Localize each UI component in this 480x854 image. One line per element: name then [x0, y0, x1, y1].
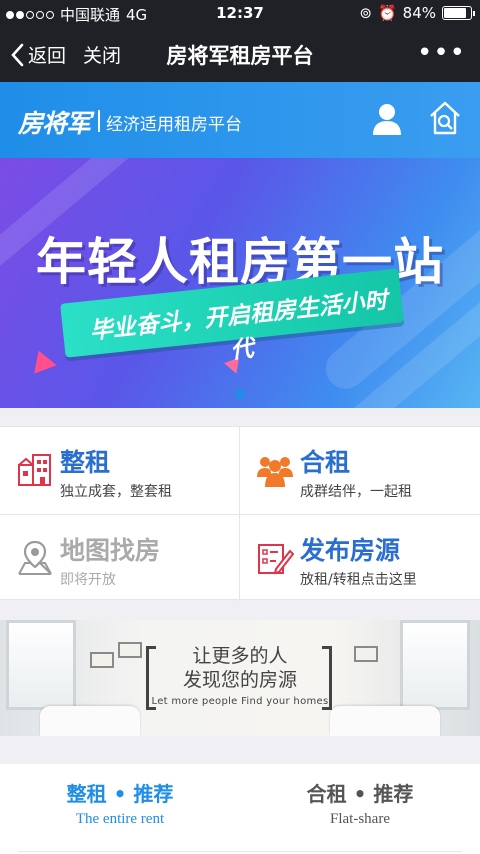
carousel-indicator[interactable]: [235, 389, 245, 399]
home-search-icon[interactable]: [428, 100, 462, 136]
promo-banner[interactable]: 让更多的人 发现您的房源 Let more people Find your h…: [0, 620, 480, 736]
status-right: ⊚ ⏰ 84%: [359, 4, 475, 22]
hero-banner[interactable]: 年轻人租房第一站 毕业奋斗，开启租房生活小时代: [0, 158, 480, 408]
feature-subtitle: 放租/转租点击这里: [300, 572, 417, 588]
sofa-image: [330, 706, 440, 736]
promo-text: 让更多的人 发现您的房源 Let more people Find your h…: [140, 644, 340, 707]
tab-entire-rent[interactable]: 整租 • 推荐 The entire rent: [0, 778, 240, 828]
feature-title: 发布房源: [300, 536, 401, 565]
room-window: [6, 620, 76, 710]
wall-picture: [354, 646, 378, 662]
tab-divider: [18, 851, 462, 852]
tab-label: 整租 • 推荐: [66, 782, 174, 806]
map-pin-icon: [18, 540, 52, 575]
feature-title: 合租: [300, 448, 351, 477]
group-icon: [257, 457, 293, 487]
nav-bar: 返回 关闭 房将军租房平台 •••: [0, 26, 480, 82]
feature-grid: 整租 独立成套，整套租 合租 成群结伴，一起租 地图找房 即将开放 发布房源 放…: [0, 426, 480, 601]
brand-logo: 房将军: [18, 109, 91, 138]
feature-subtitle: 成群结伴，一起租: [300, 484, 412, 500]
feature-map-search[interactable]: 地图找房 即将开放: [0, 515, 239, 601]
page-title: 房将军租房平台: [166, 44, 314, 68]
tab-label: 合租 • 推荐: [306, 782, 414, 806]
publish-icon: [258, 544, 294, 575]
building-icon: [18, 454, 51, 486]
brand-header: 房将军 经济适用租房平台: [0, 82, 480, 158]
status-bar: 中国联通 4G 12:37 ⊚ ⏰ 84%: [0, 0, 480, 26]
feature-publish-listing[interactable]: 发布房源 放租/转租点击这里: [240, 515, 479, 601]
more-button[interactable]: •••: [417, 38, 466, 68]
battery-label: 84%: [402, 4, 436, 22]
feature-entire-rent[interactable]: 整租 独立成套，整套租: [0, 427, 239, 513]
promo-line-en: Let more people Find your homes: [151, 696, 329, 707]
promo-line: 让更多的人: [192, 645, 288, 667]
tab-label-en: The entire rent: [75, 811, 165, 827]
brand-slogan: 经济适用租房平台: [106, 115, 242, 135]
room-window: [400, 620, 470, 710]
brand-divider: [98, 110, 100, 132]
alarm-icon: ⏰: [377, 4, 397, 22]
wall-picture: [90, 652, 114, 668]
feature-title: 整租: [60, 448, 111, 477]
feature-subtitle: 即将开放: [60, 572, 116, 588]
tab-flat-share[interactable]: 合租 • 推荐 Flat-share: [240, 778, 480, 828]
recommend-tabs: 整租 • 推荐 The entire rent 合租 • 推荐 Flat-sha…: [0, 764, 480, 854]
battery-fill: [444, 8, 466, 18]
wall-picture: [118, 642, 142, 658]
promo-line: 发现您的房源: [182, 669, 297, 691]
user-icon[interactable]: [372, 102, 402, 136]
banner-headline: 年轻人租房第一站: [36, 233, 444, 291]
tab-label-en: Flat-share: [330, 811, 390, 827]
banner-decoration: [27, 346, 57, 374]
feature-title: 地图找房: [60, 536, 161, 565]
sofa-image: [40, 706, 140, 736]
rotation-lock-icon: ⊚: [359, 4, 372, 22]
feature-flat-share[interactable]: 合租 成群结伴，一起租: [240, 427, 479, 513]
feature-subtitle: 独立成套，整套租: [60, 484, 172, 500]
battery-icon: [442, 6, 475, 20]
